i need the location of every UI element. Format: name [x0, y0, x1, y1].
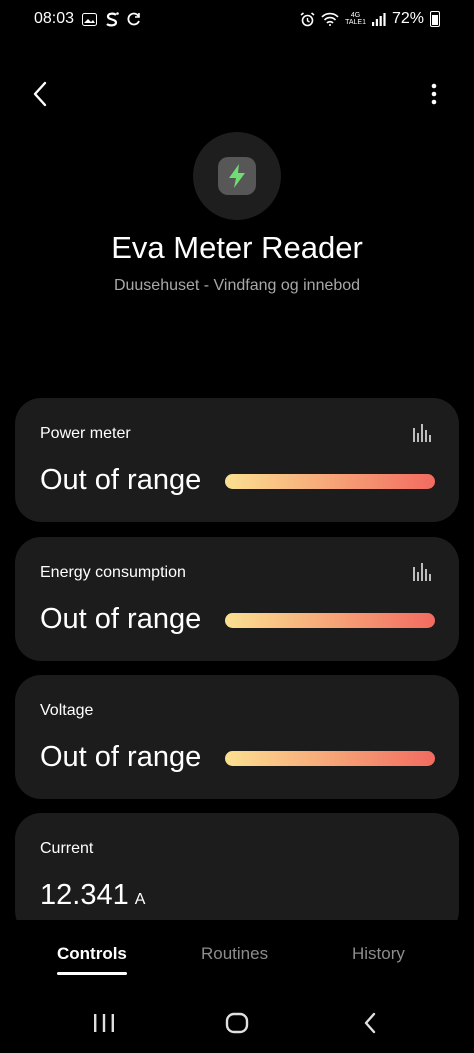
network-type-bottom: TALE1 — [345, 19, 366, 26]
system-back-button[interactable] — [350, 1008, 390, 1038]
tab-label: Controls — [57, 944, 127, 963]
tab-label: History — [352, 944, 405, 963]
current-unit: A — [134, 891, 146, 908]
battery-percent: 72% — [391, 10, 424, 27]
card-current[interactable]: Current 12.341 A — [15, 813, 459, 920]
card-value: Out of range — [40, 603, 202, 635]
chevron-left-icon — [33, 81, 47, 107]
more-options-button[interactable] — [416, 76, 452, 112]
tab-label: Routines — [201, 944, 269, 963]
bar-chart-icon[interactable] — [413, 424, 431, 442]
status-left: 08:03 — [34, 10, 141, 28]
card-value: Out of range — [40, 464, 202, 496]
card-energy-consumption[interactable]: Energy consumption Out of range — [15, 537, 459, 661]
tab-history[interactable]: History — [352, 944, 405, 964]
status-bar: 08:03 4G TALE1 72% — [0, 0, 474, 40]
card-value: Out of range — [40, 741, 202, 773]
active-tab-indicator — [57, 972, 127, 975]
range-gradient-bar — [225, 613, 435, 628]
tab-routines[interactable]: Routines — [201, 944, 268, 964]
signal-icon — [371, 12, 386, 26]
device-icon-container — [193, 132, 281, 220]
card-voltage[interactable]: Voltage Out of range — [15, 675, 459, 799]
home-button[interactable] — [217, 1008, 257, 1038]
range-gradient-bar — [225, 751, 435, 766]
sync-icon — [127, 12, 141, 26]
device-location: Duusehuset - Vindfang og innebod — [113, 277, 361, 294]
card-label: Energy consumption — [40, 564, 186, 581]
network-type-label: 4G TALE1 — [345, 12, 366, 26]
status-time: 08:03 — [34, 10, 75, 27]
lightning-bolt-icon — [229, 164, 245, 188]
smartthings-icon — [105, 11, 119, 27]
tab-controls[interactable]: Controls — [57, 944, 127, 975]
wifi-icon — [321, 12, 339, 26]
bottom-tab-bar: Controls Routines History — [0, 920, 474, 998]
card-value-row: 12.341 A — [40, 879, 145, 912]
recent-apps-button[interactable] — [84, 1008, 124, 1038]
current-value: 12.341 — [40, 879, 129, 911]
device-icon-tile — [218, 157, 256, 195]
card-label: Current — [40, 840, 94, 857]
recent-apps-icon — [94, 1014, 114, 1032]
system-navigation-bar — [0, 998, 474, 1053]
home-icon — [225, 1012, 249, 1034]
card-label: Power meter — [40, 425, 131, 442]
more-vertical-icon — [431, 83, 437, 105]
device-title: Eva Meter Reader — [111, 230, 363, 265]
alarm-icon — [300, 11, 315, 27]
back-button[interactable] — [22, 76, 58, 112]
card-label: Voltage — [40, 702, 94, 719]
status-right: 4G TALE1 72% — [300, 10, 440, 28]
range-gradient-bar — [225, 474, 435, 489]
network-type-top: 4G — [350, 12, 361, 19]
back-arrow-icon — [364, 1012, 376, 1034]
bar-chart-icon[interactable] — [413, 563, 431, 581]
battery-icon — [430, 11, 440, 27]
gallery-icon — [82, 12, 98, 26]
capability-cards: Power meter Out of range Energy consumpt… — [15, 398, 459, 920]
card-power-meter[interactable]: Power meter Out of range — [15, 398, 459, 522]
